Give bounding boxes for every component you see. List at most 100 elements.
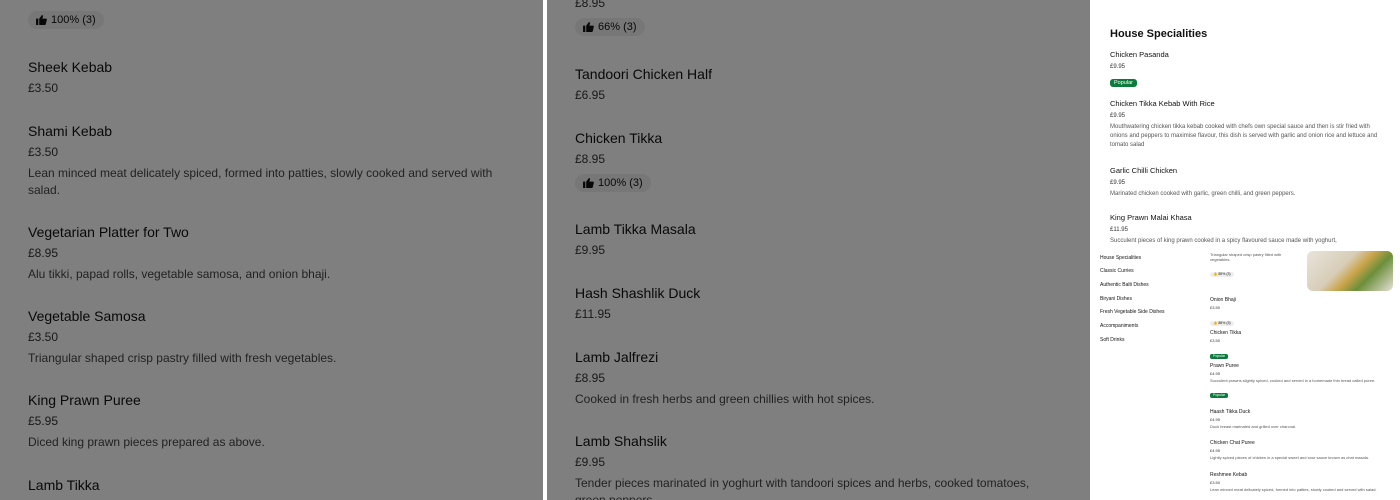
item-price: £6.95: [575, 88, 606, 102]
rating-text: 66% (3): [598, 21, 637, 33]
menu-item[interactable]: King Prawn Malai Khasa £11.95 Succulent …: [1110, 213, 1386, 246]
item-name: King Prawn Puree: [28, 392, 141, 408]
item-description: Lean minced meat delicately spiced, form…: [1210, 487, 1377, 492]
section-heading: House Specialities: [1110, 28, 1208, 40]
item-description: Triangular shaped crisp pastry filled wi…: [1210, 252, 1282, 262]
item-price: £4.95: [1210, 371, 1221, 376]
rating-badge: 👍 88% (3): [1210, 321, 1234, 326]
item-price: £5.95: [28, 414, 59, 428]
item-name: Chicken Pasanda: [1110, 50, 1169, 59]
menu-panel-right-top: House Specialities Chicken Pasanda £9.95…: [1094, 0, 1400, 247]
item-price: £3.50: [1210, 305, 1221, 310]
menu-item[interactable]: Chicken Tikka Kebab With Rice £9.95 Mout…: [1110, 99, 1386, 150]
item-name: Reshmee Kebab: [1210, 472, 1248, 478]
item-name: Prawn Puree: [1210, 363, 1239, 369]
rating-text: 100% (3): [598, 177, 643, 189]
item-price: £8.95: [28, 246, 59, 260]
item-name: Vegetable Samosa: [28, 308, 146, 324]
item-name: Haash Tikka Duck: [1210, 409, 1251, 415]
category-link[interactable]: House Specialities: [1100, 255, 1141, 262]
menu-item[interactable]: Sheek Kebab £3.50: [28, 58, 515, 96]
item-name: Hash Shashlik Duck: [575, 285, 701, 301]
category-link[interactable]: Authentic Balti Dishes: [1100, 282, 1149, 289]
item-description: Marinated chicken cooked with garlic, gr…: [1110, 191, 1296, 197]
rating-badge: 👍 85% (3): [1210, 272, 1234, 277]
item-name: Tandoori Chicken Half: [575, 66, 712, 82]
rating-badge: 100% (3): [28, 11, 104, 29]
menu-item[interactable]: Onion Bhaji £3.50 👍 88% (3): [1210, 297, 1390, 329]
menu-item[interactable]: Tandoori Chicken Half £6.95: [575, 65, 1062, 103]
menu-item[interactable]: Prawn Puree £4.95 Succulent prawns sligh…: [1210, 363, 1390, 401]
menu-item[interactable]: Lamb Shahslik £9.95 Tender pieces marina…: [575, 432, 1062, 500]
item-price: £8.95: [575, 152, 606, 166]
item-description: Duck breast marinated and grilled over c…: [1210, 424, 1297, 429]
item-description: Alu tikki, papad rolls, vegetable samosa…: [28, 267, 331, 281]
rating-text: 88% (3): [1218, 321, 1231, 325]
menu-item[interactable]: Chicken Tikka £3.50 Popular: [1210, 330, 1390, 362]
menu-panel-left: 100% (3) Sheek Kebab £3.50 Shami Kebab £…: [0, 0, 543, 500]
menu-item[interactable]: Hash Shashlik Duck £11.95: [575, 284, 1062, 322]
item-name: Lamb Shahslik: [575, 433, 667, 449]
menu-panel-right-bottom: House Specialities Classic Curries Authe…: [1094, 251, 1400, 500]
thumbs-up-icon: [583, 178, 594, 188]
item-name: Lamb Tikka: [28, 477, 100, 493]
rating-row: 66% (3): [575, 18, 1062, 37]
item-price: £9.95: [1110, 180, 1126, 186]
item-name: Sheek Kebab: [28, 59, 113, 75]
item-name: Chicken Tikka: [575, 130, 663, 146]
menu-item[interactable]: Shami Kebab £3.50 Lean minced meat delic…: [28, 122, 515, 199]
category-link[interactable]: Biryani Dishes: [1100, 296, 1132, 303]
item-price: £3.50: [28, 145, 59, 159]
item-description: Succulent prawns slightly spiced, cooked…: [1210, 378, 1376, 383]
popular-badge: Popular: [1110, 79, 1137, 87]
rating-badge: 100% (3): [575, 174, 651, 192]
item-name: Chicken Tikka: [1210, 330, 1242, 336]
menu-item[interactable]: King Prawn Puree £5.95 Diced king prawn …: [28, 391, 515, 451]
category-link[interactable]: Soft Drinks: [1100, 337, 1124, 344]
food-photo: [1307, 251, 1393, 291]
category-link[interactable]: Fresh Vegetable Side Dishes: [1100, 309, 1164, 316]
item-name: Onion Bhaji: [1210, 297, 1236, 303]
thumbs-up-icon: [583, 22, 594, 32]
menu-item[interactable]: Chicken Chat Puree £4.95 Lightly spiced …: [1210, 440, 1390, 460]
category-link[interactable]: Classic Curries: [1100, 268, 1134, 275]
menu-item[interactable]: Lamb Jalfrezi £8.95 Cooked in fresh herb…: [575, 348, 1062, 408]
item-price: £3.50: [1210, 480, 1221, 485]
menu-item[interactable]: Lamb Tikka Masala £9.95: [575, 220, 1062, 258]
item-price: £8.95: [575, 371, 606, 385]
item-price: £4.95: [1210, 417, 1221, 422]
menu-item[interactable]: Vegetable Samosa £3.50 Triangular shaped…: [28, 307, 515, 367]
menu-item[interactable]: Vegetarian Platter for Two £8.95 Alu tik…: [28, 223, 515, 283]
item-description: Tender pieces marinated in yoghurt with …: [575, 476, 1030, 500]
item-description: Lean minced meat delicately spiced, form…: [28, 166, 493, 197]
item-name: Lamb Jalfrezi: [575, 349, 659, 365]
item-description: Triangular shaped crisp pastry filled wi…: [28, 351, 337, 365]
item-description: Succulent pieces of king prawn cooked in…: [1110, 238, 1337, 244]
rating-text: 85% (3): [1218, 272, 1231, 276]
item-name: Lamb Tikka Masala: [575, 221, 696, 237]
menu-item[interactable]: Lamb Tikka: [28, 476, 515, 494]
item-price: £9.95: [1110, 113, 1126, 119]
rating-badge: 66% (3): [575, 18, 645, 36]
item-price: £9.95: [575, 243, 606, 257]
item-price: £4.95: [1210, 448, 1221, 453]
category-link[interactable]: Accompaniments: [1100, 323, 1138, 330]
rating-text: 100% (3): [51, 14, 96, 26]
menu-item[interactable]: Chicken Pasanda £9.95 Popular: [1110, 50, 1386, 89]
item-price: £3.50: [28, 330, 59, 344]
rating-row: 100% (3): [28, 11, 515, 30]
item-name: Garlic Chilli Chicken: [1110, 166, 1178, 175]
item-price: £9.95: [1110, 64, 1126, 70]
menu-item[interactable]: Haash Tikka Duck £4.95 Duck breast marin…: [1210, 409, 1390, 429]
item-price: £11.95: [1110, 227, 1128, 233]
popular-badge: Popular: [1210, 393, 1229, 398]
menu-item[interactable]: Reshmee Kebab £3.50 Lean minced meat del…: [1210, 472, 1390, 492]
item-price: £3.50: [1210, 338, 1221, 343]
item-description: Diced king prawn pieces prepared as abov…: [28, 435, 265, 449]
item-name: Chicken Chat Puree: [1210, 440, 1255, 446]
item-price: £11.95: [575, 307, 611, 321]
menu-item[interactable]: Chicken Tikka £8.95 100% (3): [575, 129, 1062, 193]
menu-item-partial: £8.95: [575, 0, 1062, 11]
menu-item[interactable]: Garlic Chilli Chicken £9.95 Marinated ch…: [1110, 166, 1386, 199]
item-name: Shami Kebab: [28, 123, 113, 139]
